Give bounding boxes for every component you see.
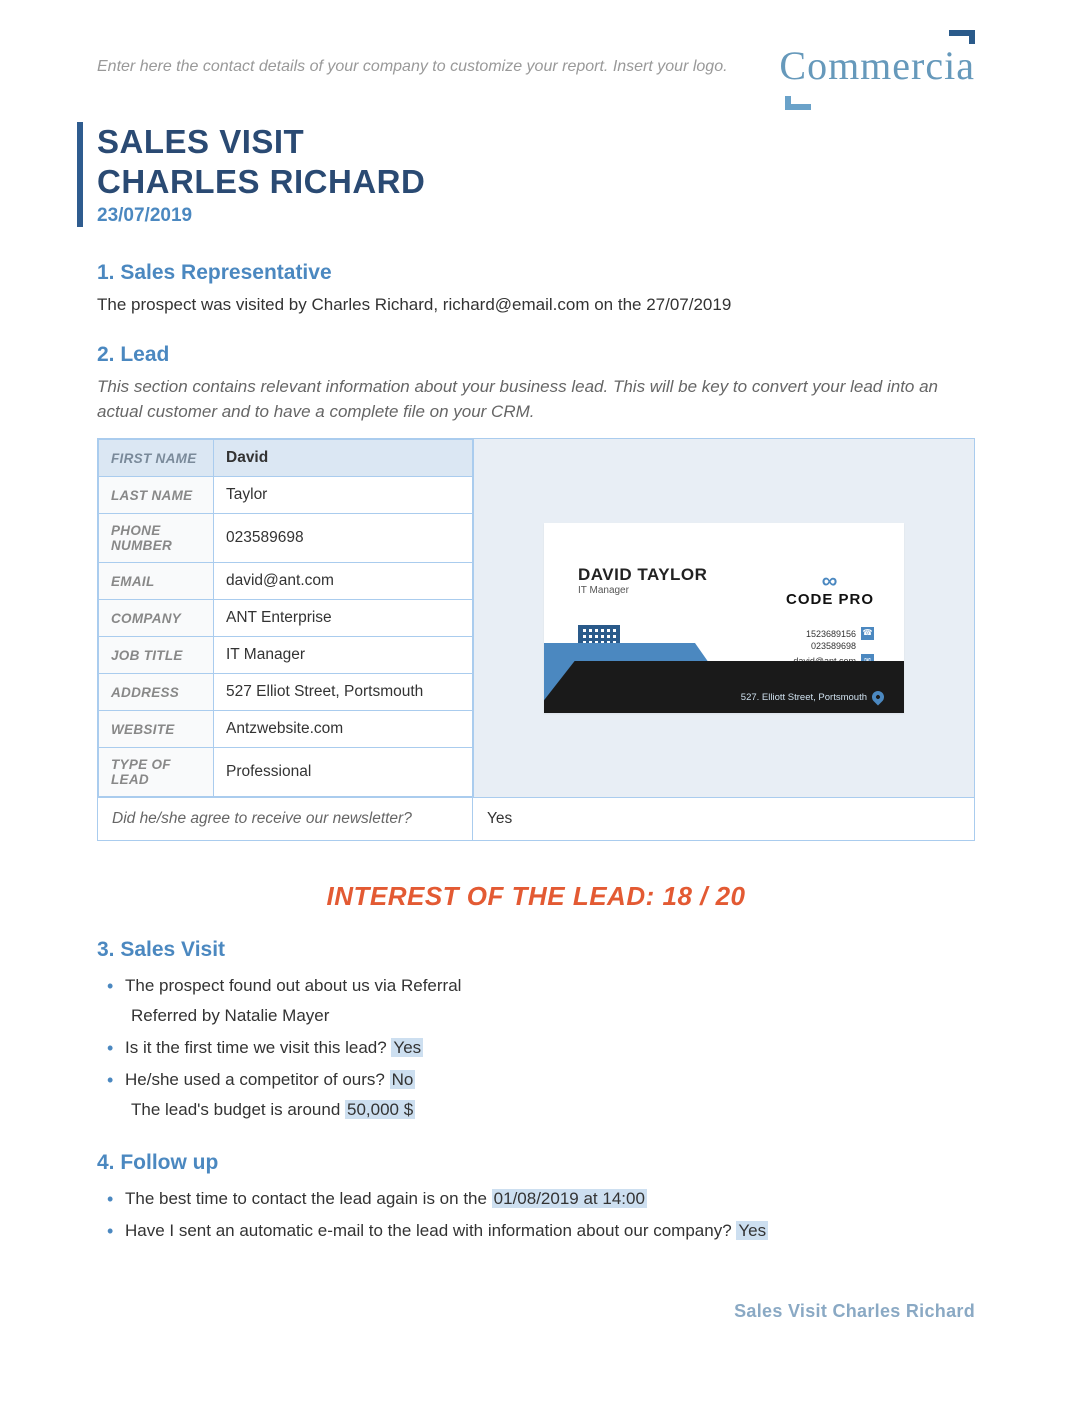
field-label: FIRST NAME — [99, 440, 214, 477]
list-item: Have I sent an automatic e-mail to the l… — [125, 1217, 975, 1245]
card-brand: ∞ CODE PRO — [786, 575, 874, 608]
phone-icon: ☎ — [861, 627, 874, 640]
title-block: SALES VISIT CHARLES RICHARD 23/07/2019 — [77, 122, 975, 227]
newsletter-answer: Yes — [473, 798, 974, 840]
card-name: DAVID TAYLOR — [578, 565, 707, 585]
field-value: IT Manager — [214, 637, 473, 674]
budget-value: 50,000 $ — [345, 1100, 415, 1119]
list-item: The prospect found out about us via Refe… — [125, 972, 975, 1030]
list-item: Is it the first time we visit this lead?… — [125, 1034, 975, 1062]
section-heading-lead: 2. Lead — [97, 343, 975, 367]
field-label: TYPE OF LEAD — [99, 748, 214, 797]
field-label: ADDRESS — [99, 674, 214, 711]
table-row: WEBSITE Antzwebsite.com — [99, 711, 473, 748]
field-value: 527 Elliot Street, Portsmouth — [214, 674, 473, 711]
field-value: david@ant.com — [214, 563, 473, 600]
table-row: EMAIL david@ant.com — [99, 563, 473, 600]
auto-email-a: Yes — [736, 1221, 768, 1240]
contact-value: 01/08/2019 at 14:00 — [492, 1189, 647, 1208]
field-label: PHONE NUMBER — [99, 514, 214, 563]
card-role: IT Manager — [578, 585, 629, 596]
table-row: ADDRESS 527 Elliot Street, Portsmouth — [99, 674, 473, 711]
page-footer: Sales Visit Charles Richard — [97, 1301, 975, 1322]
card-address: 527. Elliott Street, Portsmouth — [741, 691, 884, 703]
referred-by: Referred by Natalie Mayer — [131, 1002, 975, 1030]
field-label: WEBSITE — [99, 711, 214, 748]
business-card: DAVID TAYLOR IT Manager ∞ CODE PRO 15236… — [544, 523, 904, 713]
card-brand-text: CODE PRO — [786, 591, 874, 608]
source-prefix: The prospect found out about us via — [125, 976, 401, 995]
source-value: Referral — [401, 976, 461, 995]
infinity-icon: ∞ — [786, 575, 874, 587]
field-value: Taylor — [214, 477, 473, 514]
followup-list: The best time to contact the lead again … — [97, 1185, 975, 1245]
contact-prefix: The best time to contact the lead again … — [125, 1189, 492, 1208]
business-card-panel: DAVID TAYLOR IT Manager ∞ CODE PRO 15236… — [473, 439, 974, 797]
field-label: LAST NAME — [99, 477, 214, 514]
field-label: COMPANY — [99, 600, 214, 637]
auto-email-q: Have I sent an automatic e-mail to the l… — [125, 1221, 736, 1240]
first-visit-a: Yes — [391, 1038, 423, 1057]
title-date: 23/07/2019 — [97, 205, 975, 227]
table-row: JOB TITLE IT Manager — [99, 637, 473, 674]
field-value: ANT Enterprise — [214, 600, 473, 637]
section-heading-visit: 3. Sales Visit — [97, 938, 975, 962]
field-value: Professional — [214, 748, 473, 797]
competitor-a: No — [390, 1070, 416, 1089]
table-row: LAST NAME Taylor — [99, 477, 473, 514]
company-details-placeholder: Enter here the contact details of your c… — [97, 30, 728, 76]
header: Enter here the contact details of your c… — [97, 30, 975, 100]
section-heading-rep: 1. Sales Representative — [97, 261, 975, 285]
table-row: FIRST NAME David — [99, 440, 473, 477]
table-row: PHONE NUMBER 023589698 — [99, 514, 473, 563]
newsletter-row: Did he/she agree to receive our newslett… — [97, 798, 975, 841]
rep-body: The prospect was visited by Charles Rich… — [97, 293, 975, 317]
first-visit-q: Is it the first time we visit this lead? — [125, 1038, 391, 1057]
newsletter-question: Did he/she agree to receive our newslett… — [98, 798, 473, 840]
card-phone2: 023589698 — [811, 640, 856, 652]
list-item: The best time to contact the lead again … — [125, 1185, 975, 1213]
interest-score: INTEREST OF THE LEAD: 18 / 20 — [97, 881, 975, 912]
title-line-2: CHARLES RICHARD — [97, 162, 975, 202]
competitor-q: He/she used a competitor of ours? — [125, 1070, 390, 1089]
section-heading-followup: 4. Follow up — [97, 1151, 975, 1175]
logo-text: Commercia — [779, 42, 975, 89]
lead-note: This section contains relevant informati… — [97, 375, 975, 424]
card-phone1: 1523689156 — [806, 628, 856, 640]
lead-table: FIRST NAME David LAST NAME Taylor PHONE … — [98, 439, 473, 797]
field-label: EMAIL — [99, 563, 214, 600]
table-row: COMPANY ANT Enterprise — [99, 600, 473, 637]
field-value: Antzwebsite.com — [214, 711, 473, 748]
field-value: 023589698 — [214, 514, 473, 563]
title-line-1: SALES VISIT — [97, 122, 975, 162]
table-row: TYPE OF LEAD Professional — [99, 748, 473, 797]
budget-prefix: The lead's budget is around — [131, 1100, 345, 1119]
field-value: David — [214, 440, 473, 477]
lead-table-wrap: FIRST NAME David LAST NAME Taylor PHONE … — [97, 438, 975, 798]
list-item: He/she used a competitor of ours? No The… — [125, 1066, 975, 1124]
map-pin-icon — [870, 689, 887, 706]
visit-list: The prospect found out about us via Refe… — [97, 972, 975, 1124]
document-page: Enter here the contact details of your c… — [0, 0, 1072, 1382]
logo-icon: Commercia — [785, 30, 975, 100]
field-label: JOB TITLE — [99, 637, 214, 674]
card-address-text: 527. Elliott Street, Portsmouth — [741, 692, 867, 703]
